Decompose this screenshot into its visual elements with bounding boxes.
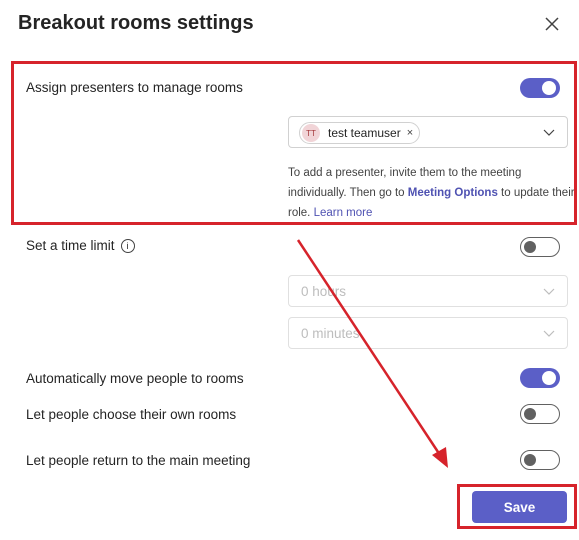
annotation-arrow xyxy=(296,239,448,468)
